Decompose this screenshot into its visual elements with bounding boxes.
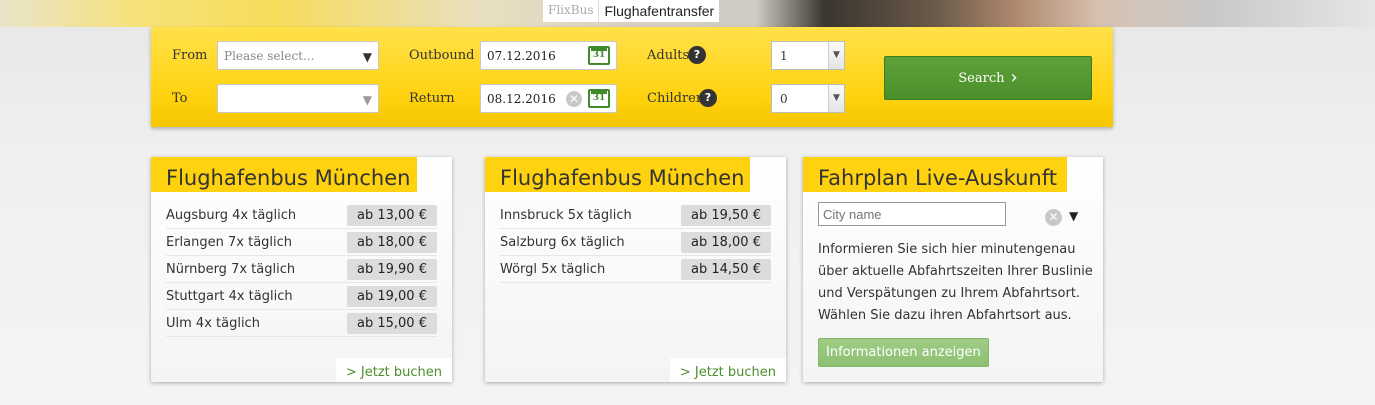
help-icon[interactable]: ?	[688, 46, 706, 64]
adults-label: Adults	[647, 48, 690, 63]
show-info-button[interactable]: Informationen anzeigen	[818, 338, 989, 367]
route-price: ab 19,90 €	[347, 258, 437, 280]
return-label: Return	[409, 91, 455, 106]
outbound-date-field[interactable]: 07.12.2016 31	[480, 41, 617, 70]
route-row[interactable]: Nürnberg 7x täglich ab 19,90 €	[166, 256, 437, 283]
chevron-down-icon: ▼	[362, 50, 372, 64]
city-name-input[interactable]	[818, 202, 1006, 226]
search-button[interactable]: Search ›	[884, 56, 1092, 100]
route-box-title: Flughafenbus München	[485, 157, 750, 192]
live-info-title: Fahrplan Live-Auskunft	[803, 157, 1067, 192]
book-now-link[interactable]: > Jetzt buchen	[335, 358, 452, 382]
to-select[interactable]: ▼	[217, 84, 379, 113]
return-date-field[interactable]: 08.12.2016 ✕ 31	[480, 84, 617, 113]
from-placeholder: Please select...	[224, 49, 315, 63]
outbound-date-value: 07.12.2016	[487, 49, 556, 63]
chevron-right-icon: ›	[1010, 67, 1018, 88]
route-list: Augsburg 4x täglich ab 13,00 € Erlangen …	[166, 202, 437, 337]
clear-icon[interactable]: ✕	[566, 91, 582, 107]
children-label: Children	[647, 91, 705, 106]
chevron-down-icon: ▼	[828, 85, 844, 112]
tab-flixbus[interactable]: FlixBus	[543, 0, 600, 22]
adults-select[interactable]: 1 ▼	[771, 41, 845, 70]
route-price: ab 19,50 €	[681, 204, 771, 226]
chevron-down-icon: ▼	[362, 93, 372, 107]
from-select[interactable]: Please select... ▼	[217, 41, 379, 70]
route-box-title: Flughafenbus München	[151, 157, 417, 192]
route-row[interactable]: Wörgl 5x täglich ab 14,50 €	[500, 256, 771, 283]
hero-tabs: FlixBus Flughafentransfer	[543, 0, 720, 22]
route-price: ab 15,00 €	[347, 312, 437, 334]
route-row[interactable]: Stuttgart 4x täglich ab 19,00 €	[166, 283, 437, 310]
route-price: ab 18,00 €	[681, 231, 771, 253]
route-name: Salzburg 6x täglich	[500, 234, 625, 250]
return-date-value: 08.12.2016	[487, 92, 556, 106]
adults-value: 1	[780, 49, 788, 63]
route-row[interactable]: Augsburg 4x täglich ab 13,00 €	[166, 202, 437, 229]
route-price: ab 18,00 €	[347, 231, 437, 253]
route-box-1: Flughafenbus München Augsburg 4x täglich…	[151, 157, 452, 382]
help-icon[interactable]: ?	[699, 89, 717, 107]
chevron-down-icon[interactable]: ▼	[1069, 209, 1078, 223]
route-name: Innsbruck 5x täglich	[500, 207, 632, 223]
children-value: 0	[780, 92, 788, 106]
route-row[interactable]: Salzburg 6x täglich ab 18,00 €	[500, 229, 771, 256]
route-name: Wörgl 5x täglich	[500, 261, 606, 277]
route-price: ab 14,50 €	[681, 258, 771, 280]
route-box-2: Flughafenbus München Innsbruck 5x täglic…	[485, 157, 786, 382]
outbound-label: Outbound	[409, 48, 475, 63]
from-label: From	[172, 48, 208, 63]
calendar-icon[interactable]: 31	[588, 89, 610, 108]
route-name: Stuttgart 4x täglich	[166, 288, 293, 304]
search-bar: From Please select... ▼ To ▼ Outbound 07…	[151, 27, 1113, 127]
search-button-label: Search	[958, 70, 1005, 86]
route-row[interactable]: Innsbruck 5x täglich ab 19,50 €	[500, 202, 771, 229]
calendar-icon[interactable]: 31	[588, 46, 610, 65]
live-info-text: Informieren Sie sich hier minutengenau ü…	[818, 242, 1093, 323]
route-price: ab 19,00 €	[347, 285, 437, 307]
book-now-link[interactable]: > Jetzt buchen	[669, 358, 786, 382]
route-list: Innsbruck 5x täglich ab 19,50 € Salzburg…	[500, 202, 771, 283]
route-row[interactable]: Ulm 4x täglich ab 15,00 €	[166, 310, 437, 337]
to-label: To	[172, 91, 188, 106]
route-name: Ulm 4x täglich	[166, 315, 260, 331]
route-name: Augsburg 4x täglich	[166, 207, 297, 223]
route-name: Erlangen 7x täglich	[166, 234, 293, 250]
route-price: ab 13,00 €	[347, 204, 437, 226]
chevron-down-icon: ▼	[828, 42, 844, 69]
route-row[interactable]: Erlangen 7x täglich ab 18,00 €	[166, 229, 437, 256]
route-name: Nürnberg 7x täglich	[166, 261, 296, 277]
live-info-box: Fahrplan Live-Auskunft ✕ ▼ Informieren S…	[803, 157, 1103, 382]
children-select[interactable]: 0 ▼	[771, 84, 845, 113]
tab-flughafentransfer[interactable]: Flughafentransfer	[599, 0, 720, 22]
clear-icon[interactable]: ✕	[1045, 209, 1062, 226]
